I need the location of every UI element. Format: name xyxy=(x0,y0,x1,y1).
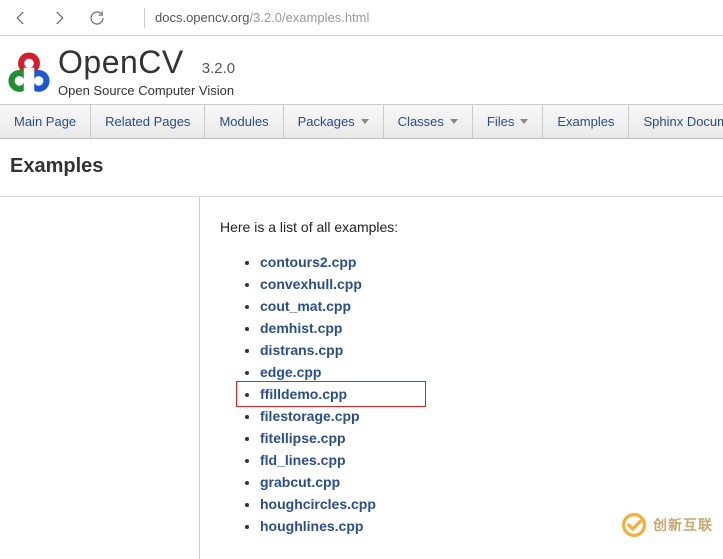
tab-label: Packages xyxy=(298,114,355,129)
list-item: ffilldemo.cpp xyxy=(260,383,703,405)
back-button[interactable] xyxy=(10,7,32,29)
intro-text: Here is a list of all examples: xyxy=(220,219,703,235)
list-item: fld_lines.cpp xyxy=(260,449,703,471)
url-separator xyxy=(144,8,145,28)
site-title: OpenCV xyxy=(58,44,184,81)
example-link[interactable]: contours2.cpp xyxy=(260,254,356,270)
watermark-text: 创新互联 xyxy=(653,515,713,535)
tab-modules[interactable]: Modules xyxy=(205,105,283,138)
example-link[interactable]: ffilldemo.cpp xyxy=(260,386,347,402)
address-bar[interactable]: docs.opencv.org/3.2.0/examples.html xyxy=(144,8,369,28)
browser-toolbar: docs.opencv.org/3.2.0/examples.html xyxy=(0,0,723,36)
content-row: Here is a list of all examples: contours… xyxy=(0,197,723,559)
url-host: docs.opencv.org xyxy=(155,10,249,25)
example-link[interactable]: filestorage.cpp xyxy=(260,408,360,424)
tab-classes[interactable]: Classes xyxy=(384,105,473,138)
tab-examples[interactable]: Examples xyxy=(543,105,629,138)
tab-files[interactable]: Files xyxy=(473,105,543,138)
example-link[interactable]: demhist.cpp xyxy=(260,320,342,336)
example-link[interactable]: convexhull.cpp xyxy=(260,276,362,292)
site-header: OpenCV 3.2.0 Open Source Computer Vision xyxy=(0,36,723,98)
chevron-down-icon xyxy=(361,119,369,124)
chevron-down-icon xyxy=(520,119,528,124)
list-item: demhist.cpp xyxy=(260,317,703,339)
tab-label: Files xyxy=(487,114,514,129)
url-path: /3.2.0/examples.html xyxy=(249,10,369,25)
tab-label: Examples xyxy=(557,114,614,129)
forward-button[interactable] xyxy=(48,7,70,29)
watermark: 创新互联 xyxy=(621,512,713,538)
chevron-down-icon xyxy=(450,119,458,124)
list-item: grabcut.cpp xyxy=(260,471,703,493)
list-item: contours2.cpp xyxy=(260,251,703,273)
list-item: cout_mat.cpp xyxy=(260,295,703,317)
example-link[interactable]: edge.cpp xyxy=(260,364,321,380)
watermark-icon xyxy=(621,512,647,538)
opencv-logo xyxy=(8,52,50,94)
tab-label: Classes xyxy=(398,114,444,129)
list-item: distrans.cpp xyxy=(260,339,703,361)
example-link[interactable]: houghlines.cpp xyxy=(260,518,363,534)
page-title: Examples xyxy=(0,139,723,197)
tab-label: Related Pages xyxy=(105,114,190,129)
tab-label: Sphinx Docume xyxy=(643,114,723,129)
tab-related-pages[interactable]: Related Pages xyxy=(91,105,205,138)
example-link[interactable]: fitellipse.cpp xyxy=(260,430,346,446)
sidebar xyxy=(0,197,200,559)
tab-label: Modules xyxy=(219,114,268,129)
nav-tabs: Main Page Related Pages Modules Packages Cla… xyxy=(0,104,723,139)
main-content: Here is a list of all examples: contours… xyxy=(200,197,723,559)
example-link[interactable]: cout_mat.cpp xyxy=(260,298,351,314)
example-link[interactable]: distrans.cpp xyxy=(260,342,343,358)
site-subtitle: Open Source Computer Vision xyxy=(58,83,235,98)
list-item: convexhull.cpp xyxy=(260,273,703,295)
list-item: fitellipse.cpp xyxy=(260,427,703,449)
example-link[interactable]: fld_lines.cpp xyxy=(260,452,346,468)
page: OpenCV 3.2.0 Open Source Computer Vision… xyxy=(0,36,723,559)
tab-sphinx-docume[interactable]: Sphinx Docume xyxy=(629,105,723,138)
example-link[interactable]: grabcut.cpp xyxy=(260,474,340,490)
site-version: 3.2.0 xyxy=(202,60,235,77)
tab-main-page[interactable]: Main Page xyxy=(0,105,91,138)
examples-list: contours2.cpp convexhull.cpp cout_mat.cppd… xyxy=(220,251,703,537)
list-item: edge.cpp xyxy=(260,361,703,383)
tab-packages[interactable]: Packages xyxy=(284,105,384,138)
example-link[interactable]: houghcircles.cpp xyxy=(260,496,376,512)
refresh-button[interactable] xyxy=(86,7,108,29)
list-item: filestorage.cpp xyxy=(260,405,703,427)
tab-label: Main Page xyxy=(14,114,76,129)
